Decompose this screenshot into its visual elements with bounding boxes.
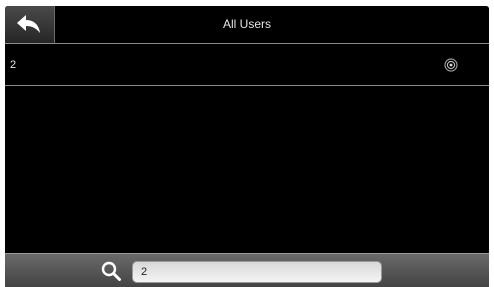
fingerprint-icon <box>444 58 458 72</box>
search-bar <box>5 253 489 287</box>
user-id-label: 2 <box>10 59 17 71</box>
back-button[interactable] <box>5 6 55 43</box>
back-arrow-icon <box>17 15 40 33</box>
search-input[interactable] <box>132 261 382 283</box>
page-title: All Users <box>222 17 271 31</box>
user-list: 2 <box>5 45 489 86</box>
list-item[interactable]: 2 <box>5 45 489 86</box>
app-screen: All Users 2 <box>5 6 489 287</box>
header-bar: All Users <box>5 6 489 44</box>
search-icon[interactable] <box>100 260 122 282</box>
